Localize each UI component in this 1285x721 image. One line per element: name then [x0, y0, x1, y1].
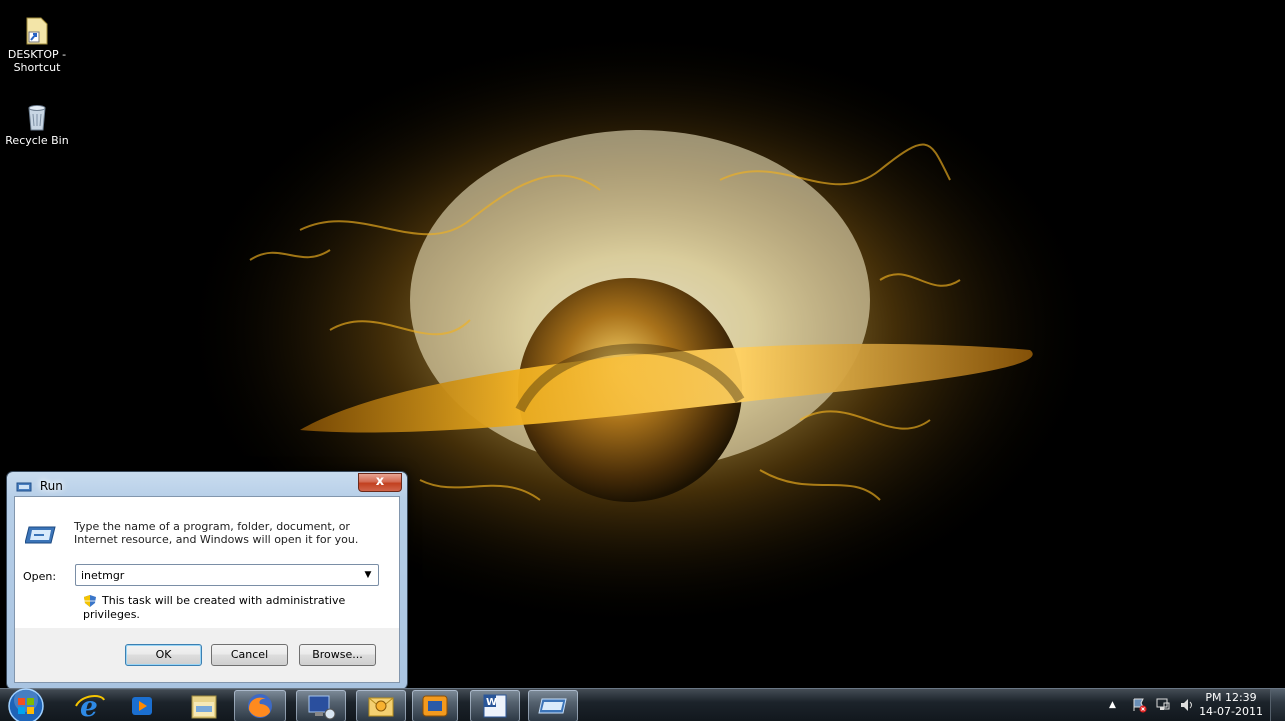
- action-center-icon[interactable]: [1131, 697, 1147, 713]
- admin-notice-text: This task will be created with administr…: [83, 594, 346, 621]
- outlook-icon: [368, 697, 394, 717]
- run-app-icon: [25, 526, 56, 544]
- taskbar-firefox[interactable]: [234, 690, 286, 721]
- taskbar-orange-app[interactable]: [412, 690, 458, 721]
- uac-shield-icon: [84, 595, 96, 607]
- browse-button[interactable]: Browse...: [299, 644, 376, 666]
- run-dialog-client: Type the name of a program, folder, docu…: [14, 496, 400, 683]
- media-player-icon: [132, 697, 152, 715]
- network-tray-icon[interactable]: [1155, 697, 1171, 713]
- recycle-bin-item[interactable]: Recycle Bin: [0, 100, 74, 147]
- desktop-shortcut-icon-item[interactable]: DESKTOP - Shortcut: [0, 14, 74, 74]
- network-icon: [308, 695, 336, 720]
- taskbar-media-player[interactable]: [126, 690, 158, 721]
- cancel-button[interactable]: Cancel: [211, 644, 288, 666]
- close-button[interactable]: x: [358, 473, 402, 492]
- folder-shortcut-icon: [26, 17, 48, 45]
- orange-window-icon: [422, 695, 448, 717]
- internet-explorer-icon: e: [75, 690, 105, 721]
- svg-text:e: e: [80, 690, 98, 721]
- svg-text:W: W: [486, 697, 497, 708]
- clock-time: PM 12:39: [1205, 691, 1257, 704]
- desktop-icon-label: DESKTOP - Shortcut: [7, 48, 67, 74]
- run-icon: [16, 482, 32, 491]
- clock[interactable]: PM 12:39 14-07-2011: [1199, 691, 1263, 719]
- run-title-bar[interactable]: Run: [16, 477, 63, 495]
- chevron-down-icon[interactable]: ▼: [360, 567, 376, 583]
- open-combobox[interactable]: ▼: [75, 564, 379, 586]
- volume-icon[interactable]: [1179, 697, 1195, 713]
- desktop[interactable]: DESKTOP - Shortcut Recycle Bin Run x Typ…: [0, 0, 1285, 721]
- show-hidden-icons[interactable]: ▲: [1109, 700, 1116, 710]
- ok-button[interactable]: OK: [125, 644, 202, 666]
- show-desktop-button[interactable]: [1270, 689, 1285, 721]
- firefox-icon: [248, 694, 272, 718]
- taskbar-internet-explorer[interactable]: e: [72, 690, 108, 721]
- open-label: Open:: [23, 570, 57, 583]
- taskbar-word[interactable]: W: [470, 690, 520, 721]
- taskbar-outlook[interactable]: [356, 690, 406, 721]
- run-title-text: Run: [39, 479, 63, 493]
- desktop-icon-label: Recycle Bin: [5, 134, 69, 147]
- taskbar-explorer[interactable]: [184, 690, 224, 721]
- taskbar-network-app[interactable]: [296, 690, 346, 721]
- taskbar-run-window[interactable]: [528, 690, 578, 721]
- word-icon: W: [483, 694, 507, 718]
- windows-orb-icon[interactable]: [6, 686, 46, 721]
- run-dialog[interactable]: Run x Type the name of a program, folder…: [6, 471, 408, 690]
- recycle-bin-icon: [28, 105, 46, 131]
- clock-date: 14-07-2011: [1199, 705, 1263, 718]
- taskbar: e W ▲ PM 12:39 14-07-2011: [0, 688, 1285, 721]
- open-input[interactable]: [76, 565, 361, 585]
- notification-area: ▲ PM 12:39 14-07-2011: [1085, 689, 1285, 721]
- run-icon: [538, 698, 567, 714]
- explorer-icon: [191, 695, 217, 719]
- run-description: Type the name of a program, folder, docu…: [74, 520, 359, 546]
- admin-notice: This task will be created with administr…: [83, 594, 399, 621]
